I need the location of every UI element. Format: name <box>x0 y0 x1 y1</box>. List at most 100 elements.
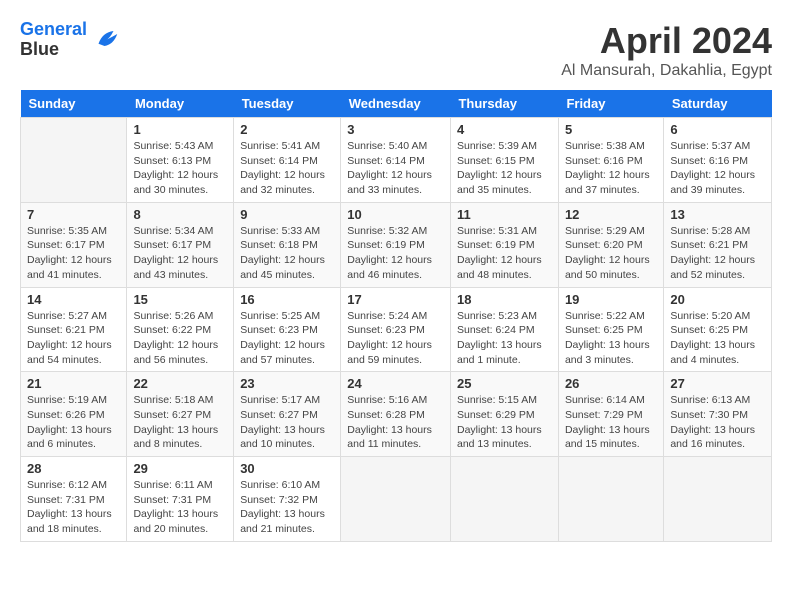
day-number: 11 <box>457 207 552 222</box>
calendar-week-row: 21Sunrise: 5:19 AM Sunset: 6:26 PM Dayli… <box>21 372 772 457</box>
day-number: 13 <box>670 207 765 222</box>
day-info: Sunrise: 5:22 AM Sunset: 6:25 PM Dayligh… <box>565 309 657 368</box>
day-number: 19 <box>565 292 657 307</box>
calendar-cell: 23 Sunrise: 5:17 AM Sunset: 6:27 PM Dayli… <box>234 372 341 457</box>
calendar-cell <box>558 457 663 542</box>
day-info: Sunrise: 5:19 AM Sunset: 6:26 PM Dayligh… <box>27 393 120 452</box>
day-info: Sunrise: 6:11 AM Sunset: 7:31 PM Dayligh… <box>133 478 227 537</box>
calendar-cell: 18 Sunrise: 5:23 AM Sunset: 6:24 PM Dayli… <box>450 287 558 372</box>
day-info: Sunrise: 5:33 AM Sunset: 6:18 PM Dayligh… <box>240 224 334 283</box>
calendar-cell <box>341 457 451 542</box>
calendar-table: SundayMondayTuesdayWednesdayThursdayFrid… <box>20 90 772 542</box>
calendar-week-row: 28 Sunrise: 6:12 AM Sunset: 7:31 PM Dayli… <box>21 457 772 542</box>
calendar-cell: 29 Sunrise: 6:11 AM Sunset: 7:31 PM Dayli… <box>127 457 234 542</box>
weekday-header-cell: Thursday <box>450 90 558 118</box>
day-info: Sunrise: 6:10 AM Sunset: 7:32 PM Dayligh… <box>240 478 334 537</box>
calendar-cell: 25 Sunrise: 5:15 AM Sunset: 6:29 PM Dayli… <box>450 372 558 457</box>
day-info: Sunrise: 6:13 AM Sunset: 7:30 PM Dayligh… <box>670 393 765 452</box>
calendar-cell: 1 Sunrise: 5:43 AM Sunset: 6:13 PM Daylig… <box>127 118 234 203</box>
day-number: 30 <box>240 461 334 476</box>
calendar-cell: 7 Sunrise: 5:35 AM Sunset: 6:17 PM Daylig… <box>21 202 127 287</box>
day-info: Sunrise: 5:35 AM Sunset: 6:17 PM Dayligh… <box>27 224 120 283</box>
day-number: 27 <box>670 376 765 391</box>
day-number: 17 <box>347 292 444 307</box>
day-number: 25 <box>457 376 552 391</box>
day-info: Sunrise: 5:24 AM Sunset: 6:23 PM Dayligh… <box>347 309 444 368</box>
day-number: 15 <box>133 292 227 307</box>
day-info: Sunrise: 5:29 AM Sunset: 6:20 PM Dayligh… <box>565 224 657 283</box>
calendar-cell: 5 Sunrise: 5:38 AM Sunset: 6:16 PM Daylig… <box>558 118 663 203</box>
calendar-week-row: 7 Sunrise: 5:35 AM Sunset: 6:17 PM Daylig… <box>21 202 772 287</box>
logo: GeneralBlue <box>20 20 121 60</box>
day-info: Sunrise: 5:27 AM Sunset: 6:21 PM Dayligh… <box>27 309 120 368</box>
calendar-cell: 22Sunrise: 5:18 AM Sunset: 6:27 PM Dayli… <box>127 372 234 457</box>
calendar-cell: 17 Sunrise: 5:24 AM Sunset: 6:23 PM Dayli… <box>341 287 451 372</box>
calendar-week-row: 14 Sunrise: 5:27 AM Sunset: 6:21 PM Dayli… <box>21 287 772 372</box>
day-info: Sunrise: 5:26 AM Sunset: 6:22 PM Dayligh… <box>133 309 227 368</box>
calendar-cell: 21Sunrise: 5:19 AM Sunset: 6:26 PM Dayli… <box>21 372 127 457</box>
weekday-header-cell: Wednesday <box>341 90 451 118</box>
day-info: Sunrise: 5:18 AM Sunset: 6:27 PM Dayligh… <box>133 393 227 452</box>
calendar-cell <box>450 457 558 542</box>
day-info: Sunrise: 5:17 AM Sunset: 6:27 PM Dayligh… <box>240 393 334 452</box>
weekday-header-row: SundayMondayTuesdayWednesdayThursdayFrid… <box>21 90 772 118</box>
day-info: Sunrise: 5:38 AM Sunset: 6:16 PM Dayligh… <box>565 139 657 198</box>
location-subtitle: Al Mansurah, Dakahlia, Egypt <box>561 62 772 80</box>
day-info: Sunrise: 5:25 AM Sunset: 6:23 PM Dayligh… <box>240 309 334 368</box>
day-info: Sunrise: 5:16 AM Sunset: 6:28 PM Dayligh… <box>347 393 444 452</box>
day-number: 3 <box>347 122 444 137</box>
calendar-cell: 4Sunrise: 5:39 AM Sunset: 6:15 PM Daylig… <box>450 118 558 203</box>
day-info: Sunrise: 5:15 AM Sunset: 6:29 PM Dayligh… <box>457 393 552 452</box>
calendar-cell: 20Sunrise: 5:20 AM Sunset: 6:25 PM Dayli… <box>664 287 772 372</box>
calendar-cell: 3 Sunrise: 5:40 AM Sunset: 6:14 PM Daylig… <box>341 118 451 203</box>
day-info: Sunrise: 5:28 AM Sunset: 6:21 PM Dayligh… <box>670 224 765 283</box>
day-info: Sunrise: 6:14 AM Sunset: 7:29 PM Dayligh… <box>565 393 657 452</box>
weekday-header-cell: Saturday <box>664 90 772 118</box>
weekday-header-cell: Monday <box>127 90 234 118</box>
calendar-cell: 30 Sunrise: 6:10 AM Sunset: 7:32 PM Dayli… <box>234 457 341 542</box>
day-info: Sunrise: 6:12 AM Sunset: 7:31 PM Dayligh… <box>27 478 120 537</box>
day-info: Sunrise: 5:31 AM Sunset: 6:19 PM Dayligh… <box>457 224 552 283</box>
day-info: Sunrise: 5:40 AM Sunset: 6:14 PM Dayligh… <box>347 139 444 198</box>
calendar-cell <box>664 457 772 542</box>
day-number: 10 <box>347 207 444 222</box>
day-number: 26 <box>565 376 657 391</box>
calendar-cell: 15 Sunrise: 5:26 AM Sunset: 6:22 PM Dayli… <box>127 287 234 372</box>
calendar-cell: 6Sunrise: 5:37 AM Sunset: 6:16 PM Daylig… <box>664 118 772 203</box>
page-header: GeneralBlue April 2024 Al Mansurah, Daka… <box>20 20 772 80</box>
day-number: 6 <box>670 122 765 137</box>
day-number: 12 <box>565 207 657 222</box>
day-info: Sunrise: 5:23 AM Sunset: 6:24 PM Dayligh… <box>457 309 552 368</box>
day-number: 9 <box>240 207 334 222</box>
day-number: 1 <box>133 122 227 137</box>
day-number: 28 <box>27 461 120 476</box>
calendar-cell: 9 Sunrise: 5:33 AM Sunset: 6:18 PM Daylig… <box>234 202 341 287</box>
day-number: 18 <box>457 292 552 307</box>
month-title: April 2024 <box>561 20 772 62</box>
day-number: 16 <box>240 292 334 307</box>
day-number: 23 <box>240 376 334 391</box>
calendar-cell: 19 Sunrise: 5:22 AM Sunset: 6:25 PM Dayli… <box>558 287 663 372</box>
day-number: 20 <box>670 292 765 307</box>
day-number: 29 <box>133 461 227 476</box>
day-number: 14 <box>27 292 120 307</box>
weekday-header-cell: Friday <box>558 90 663 118</box>
day-number: 7 <box>27 207 120 222</box>
day-number: 2 <box>240 122 334 137</box>
day-number: 8 <box>133 207 227 222</box>
weekday-header-cell: Sunday <box>21 90 127 118</box>
weekday-header-cell: Tuesday <box>234 90 341 118</box>
day-info: Sunrise: 5:32 AM Sunset: 6:19 PM Dayligh… <box>347 224 444 283</box>
calendar-cell: 10 Sunrise: 5:32 AM Sunset: 6:19 PM Dayli… <box>341 202 451 287</box>
day-info: Sunrise: 5:43 AM Sunset: 6:13 PM Dayligh… <box>133 139 227 198</box>
calendar-cell: 8Sunrise: 5:34 AM Sunset: 6:17 PM Daylig… <box>127 202 234 287</box>
calendar-cell: 2Sunrise: 5:41 AM Sunset: 6:14 PM Daylig… <box>234 118 341 203</box>
calendar-cell: 28 Sunrise: 6:12 AM Sunset: 7:31 PM Dayli… <box>21 457 127 542</box>
calendar-cell: 24 Sunrise: 5:16 AM Sunset: 6:28 PM Dayli… <box>341 372 451 457</box>
calendar-cell: 27 Sunrise: 6:13 AM Sunset: 7:30 PM Dayli… <box>664 372 772 457</box>
calendar-cell: 16 Sunrise: 5:25 AM Sunset: 6:23 PM Dayli… <box>234 287 341 372</box>
calendar-week-row: 1 Sunrise: 5:43 AM Sunset: 6:13 PM Daylig… <box>21 118 772 203</box>
calendar-cell: 13 Sunrise: 5:28 AM Sunset: 6:21 PM Dayli… <box>664 202 772 287</box>
day-number: 24 <box>347 376 444 391</box>
day-number: 5 <box>565 122 657 137</box>
